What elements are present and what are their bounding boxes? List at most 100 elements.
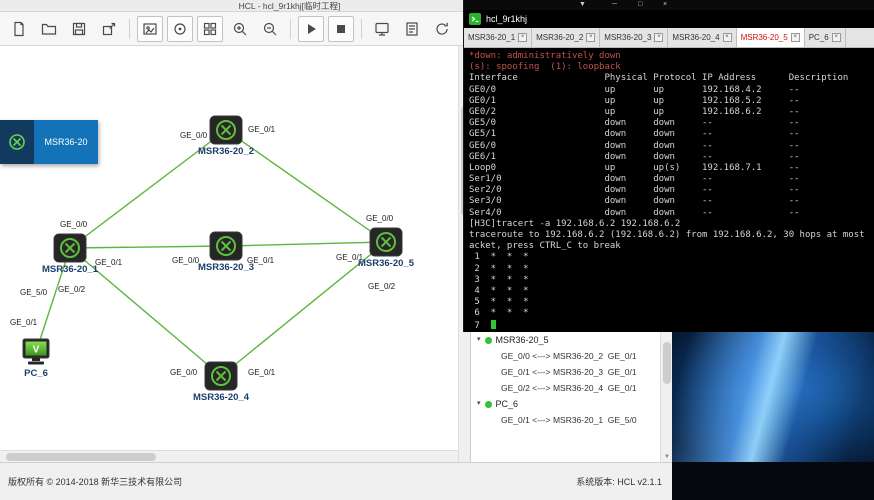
close-icon[interactable]: × (663, 0, 667, 10)
collapse-icon[interactable]: ▾ (477, 332, 481, 348)
summary-device-row-PC_6[interactable]: ▾ PC_6 (471, 396, 660, 412)
zoom-out-button[interactable] (257, 16, 283, 42)
terminal-titlebar[interactable]: hcl_9r1khj (464, 10, 874, 28)
console-button[interactable] (369, 16, 395, 42)
terminal-tabs: MSR36-20_1×MSR36-20_2×MSR36-20_3×MSR36-2… (464, 28, 874, 48)
summary-link-row: GE_0/1 <---> MSR36-20_1 GE_5/0 (471, 412, 660, 428)
router-icon (53, 233, 87, 263)
stop-all-button[interactable] (328, 16, 354, 42)
pc-icon: V (21, 337, 51, 367)
open-project-button[interactable] (36, 16, 62, 42)
terminal-line: [H3C]tracert -a 192.168.6.2 192.168.6.2 (469, 219, 874, 230)
port-label: GE_0/0 (180, 131, 207, 140)
palette-item-label: MSR36-20 (34, 120, 98, 164)
terminal-tab-MSR36-20_5[interactable]: MSR36-20_5× (737, 28, 805, 47)
save-project-button[interactable] (66, 16, 92, 42)
port-label: GE_0/0 (60, 220, 87, 229)
note-button[interactable] (399, 16, 425, 42)
terminal-output[interactable]: *down: administratively down(s): spoofin… (464, 48, 874, 332)
device-label: MSR36-20_5 (358, 258, 414, 269)
version-text: 系统版本: HCL v2.1.1 (576, 475, 662, 488)
export-project-button[interactable] (96, 16, 122, 42)
zoom-out-icon (262, 21, 278, 37)
refresh-button[interactable] (429, 16, 455, 42)
toolbar-separator (129, 19, 130, 39)
terminal-tab-MSR36-20_2[interactable]: MSR36-20_2× (532, 28, 600, 47)
summary-tree: ▾MSR36-20_5GE_0/0 <---> MSR36-20_2 GE_0/… (471, 332, 660, 428)
tab-close-icon[interactable]: × (832, 33, 841, 42)
terminal-line: 5 * * * (469, 297, 874, 308)
device-node-MSR36-20_5[interactable]: MSR36-20_5 (358, 227, 414, 269)
maximize-icon[interactable]: □ (638, 0, 642, 10)
canvas-horizontal-scrollbar[interactable] (0, 450, 458, 462)
terminal-line: Interface Physical Protocol IP Address D… (469, 73, 874, 84)
scroll-down-icon[interactable]: ▼ (661, 452, 673, 462)
port-label: GE_0/1 (248, 125, 275, 134)
collapse-icon[interactable]: ▾ (477, 396, 481, 412)
terminal-line: GE6/1 down down -- -- (469, 152, 874, 163)
screen: HCL - hcl_9r1khj[临时工程] MSR36-20_2MSR36-2… (0, 0, 874, 500)
zoom-in-icon (232, 21, 248, 37)
router-icon (369, 227, 403, 257)
port-label: GE_0/1 (247, 256, 274, 265)
terminal-tab-PC_6[interactable]: PC_6× (805, 28, 846, 47)
terminal-line: GE0/1 up up 192.168.5.2 -- (469, 96, 874, 107)
tab-close-icon[interactable]: × (654, 33, 663, 42)
port-label: GE_0/1 (248, 368, 275, 377)
port-label: GE_0/1 (10, 318, 37, 327)
device-manager-icon (172, 21, 188, 37)
minimize-icon[interactable]: ─ (612, 0, 617, 10)
terminal-line: 1 * * * (469, 252, 874, 263)
zoom-in-button[interactable] (227, 16, 253, 42)
tab-close-icon[interactable]: × (518, 33, 527, 42)
capture-image-button[interactable] (137, 16, 163, 42)
terminal-tab-MSR36-20_1[interactable]: MSR36-20_1× (464, 28, 532, 47)
terminal-line: GE5/1 down down -- -- (469, 129, 874, 140)
tab-label: PC_6 (809, 33, 829, 42)
export-project-icon (101, 21, 117, 37)
terminal-title: hcl_9r1khj (486, 14, 527, 24)
port-label: GE_0/1 (95, 258, 122, 267)
device-palette-flyout[interactable]: MSR36-20 (0, 120, 98, 164)
device-label: MSR36-20_4 (193, 392, 249, 403)
tab-label: MSR36-20_1 (468, 33, 515, 42)
summary-device-name: PC_6 (496, 396, 519, 412)
main-statusbar: 版权所有 © 2014-2018 新华三技术有限公司 系统版本: HCL v2.… (0, 462, 672, 500)
summary-link-row: GE_0/2 <---> MSR36-20_4 GE_0/1 (471, 380, 660, 396)
topology-canvas[interactable]: MSR36-20_2MSR36-20_1MSR36-20_3MSR36-20_5… (0, 46, 458, 450)
terminal-tab-MSR36-20_3[interactable]: MSR36-20_3× (600, 28, 668, 47)
device-node-MSR36-20_1[interactable]: MSR36-20_1 (42, 233, 98, 275)
wallpaper-light-beam (672, 330, 874, 462)
scrollbar-thumb[interactable] (663, 342, 671, 384)
terminal-line: 4 * * * (469, 286, 874, 297)
device-label: MSR36-20_1 (42, 264, 98, 275)
scrollbar-thumb[interactable] (6, 453, 156, 461)
port-label: GE_0/0 (366, 214, 393, 223)
new-project-button[interactable] (6, 16, 32, 42)
grid-layout-icon (202, 21, 218, 37)
start-all-button[interactable] (298, 16, 324, 42)
tab-close-icon[interactable]: × (791, 33, 800, 42)
summary-device-row-MSR36-20_5[interactable]: ▾MSR36-20_5 (471, 332, 660, 348)
device-node-MSR36-20_4[interactable]: MSR36-20_4 (193, 361, 249, 403)
terminal-tab-MSR36-20_4[interactable]: MSR36-20_4× (668, 28, 736, 47)
device-node-PC_6[interactable]: VPC_6 (21, 337, 51, 379)
tab-label: MSR36-20_3 (604, 33, 651, 42)
terminal-line: GE0/0 up up 192.168.4.2 -- (469, 85, 874, 96)
port-label: GE_0/0 (172, 256, 199, 265)
device-label: MSR36-20_3 (198, 262, 254, 273)
tab-close-icon[interactable]: × (723, 33, 732, 42)
terminal-line: Ser3/0 down down -- -- (469, 196, 874, 207)
dropdown-icon[interactable]: ▼ (579, 0, 586, 10)
port-label: GE_5/0 (20, 288, 47, 297)
terminal-line: GE6/0 down down -- -- (469, 141, 874, 152)
grid-layout-button[interactable] (197, 16, 223, 42)
terminal-line: Ser1/0 down down -- -- (469, 174, 874, 185)
start-all-icon (303, 21, 319, 37)
device-label: PC_6 (24, 368, 48, 379)
tab-close-icon[interactable]: × (586, 33, 595, 42)
device-manager-button[interactable] (167, 16, 193, 42)
router-icon (209, 231, 243, 261)
tab-label: MSR36-20_2 (536, 33, 583, 42)
device-node-MSR36-20_3[interactable]: MSR36-20_3 (198, 231, 254, 273)
